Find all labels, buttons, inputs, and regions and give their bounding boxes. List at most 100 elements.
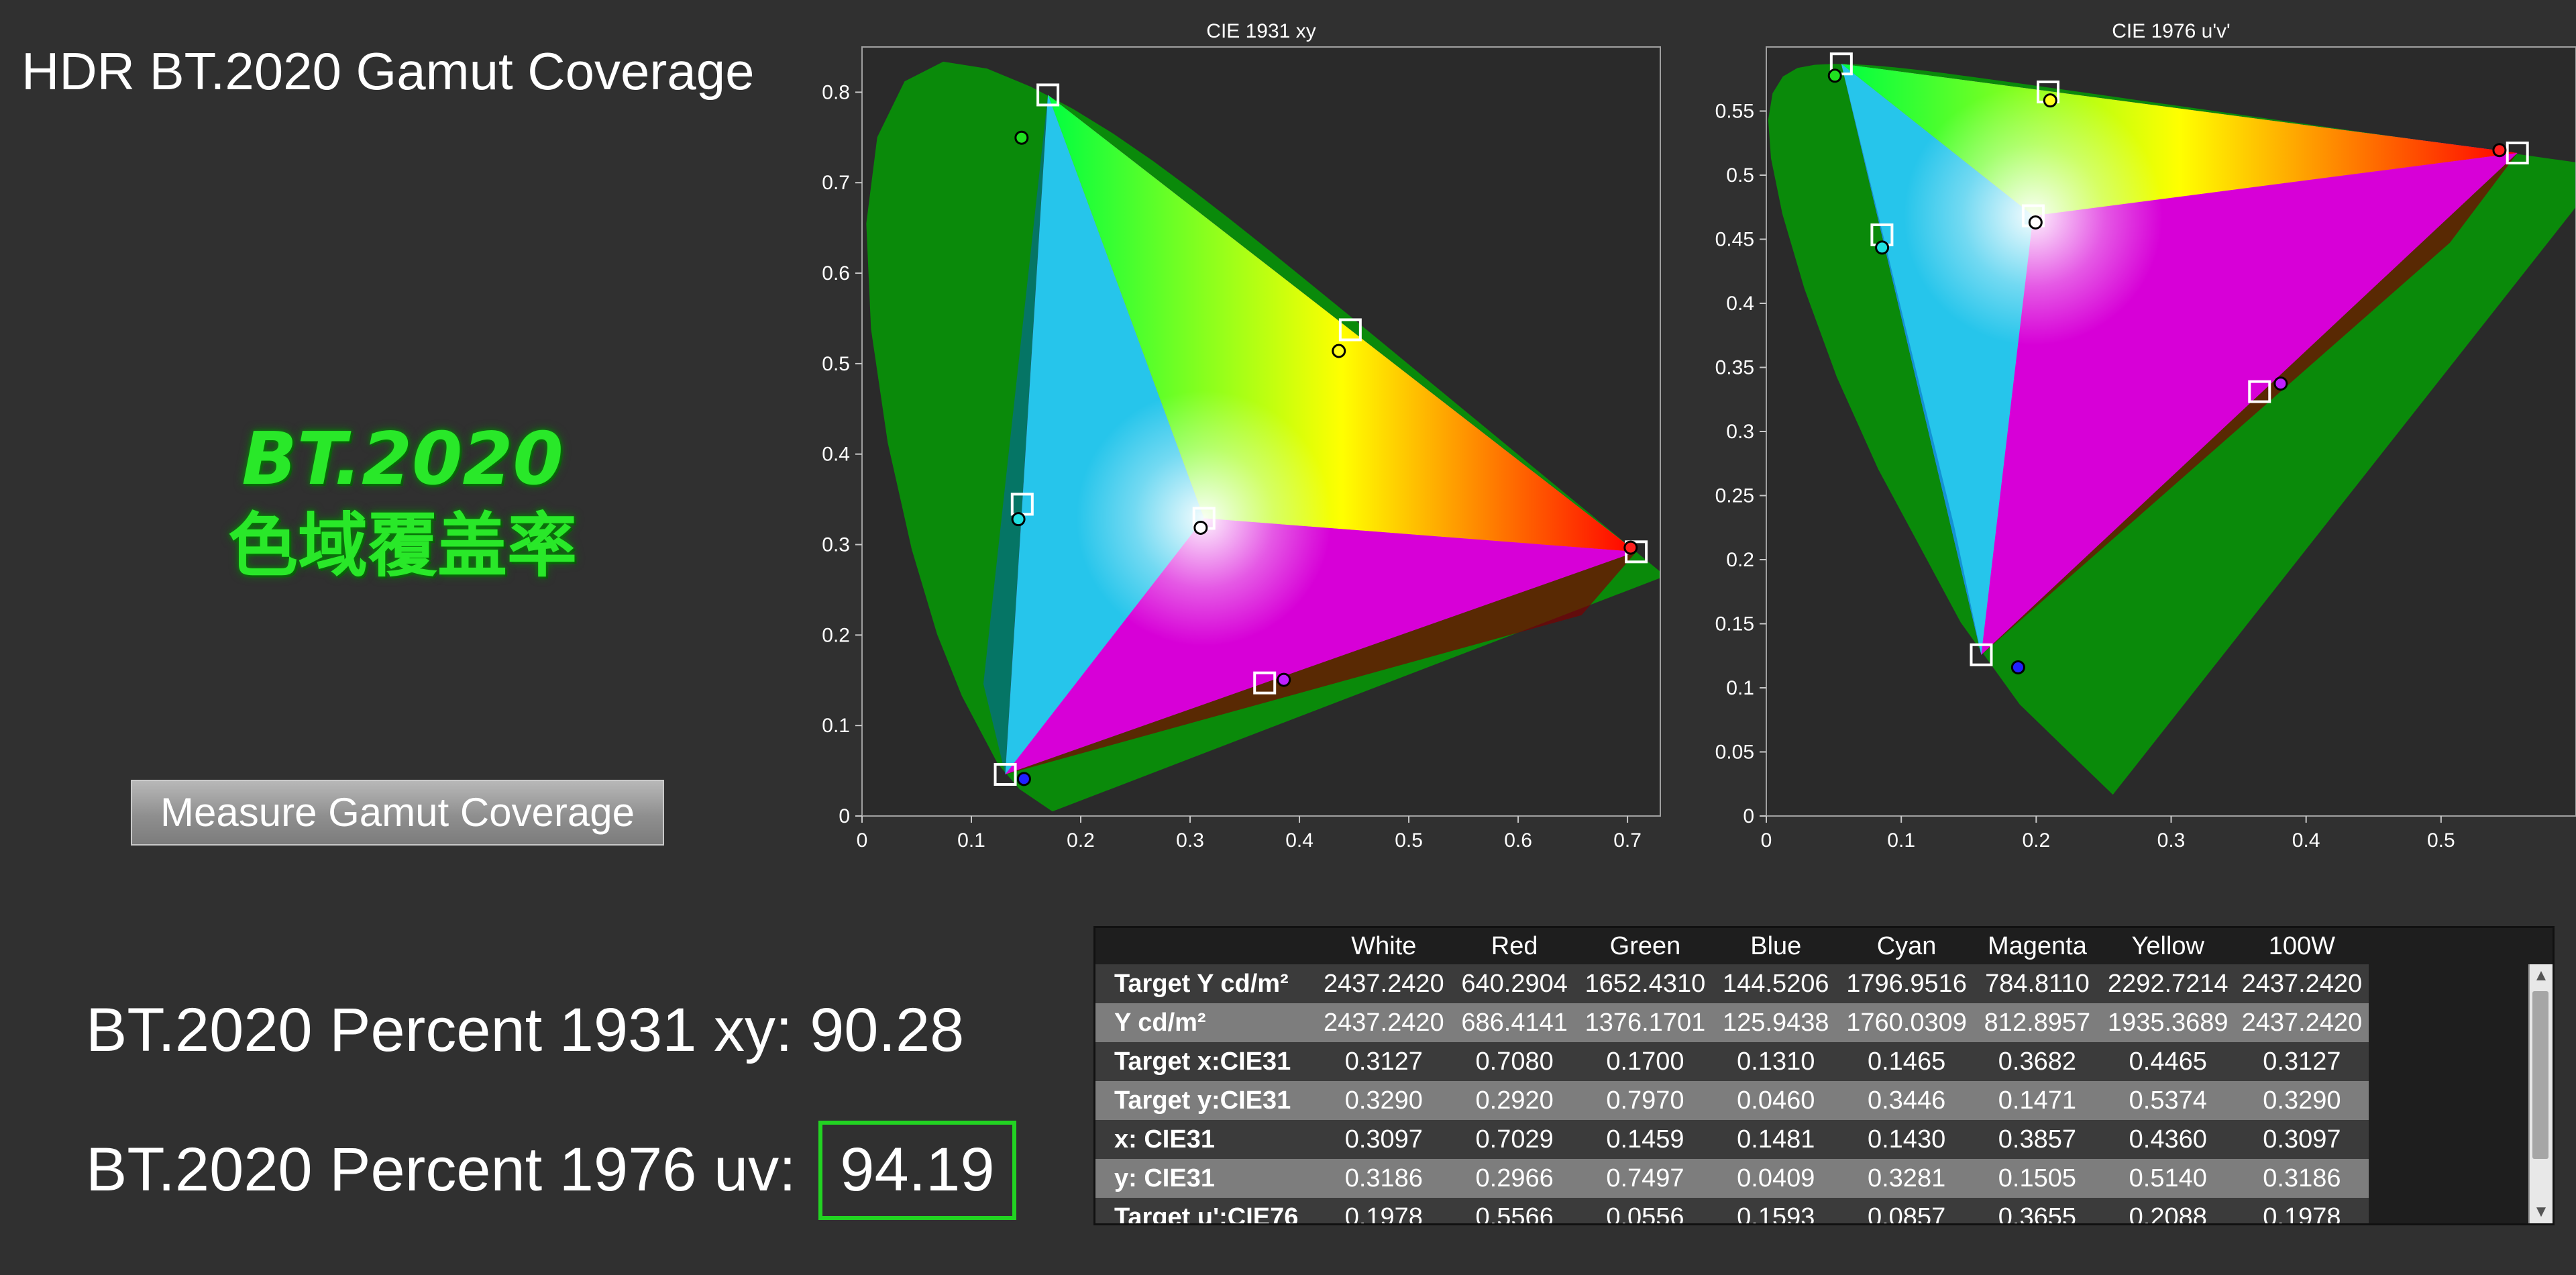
table-cell: 0.1978 — [2235, 1198, 2369, 1223]
column-header: Yellow — [2100, 928, 2235, 964]
x-tick-label: 0.2 — [2022, 829, 2050, 852]
column-header: White — [1317, 928, 1451, 964]
table-cell: 1935.3689 — [2100, 1003, 2235, 1042]
column-header — [1095, 928, 1317, 964]
table-cell: 0.3446 — [1839, 1081, 1974, 1120]
chart-title: CIE 1931 xy — [1206, 20, 1316, 42]
table-cell: 0.1481 — [1712, 1120, 1840, 1159]
table-cell: 0.1465 — [1839, 1042, 1974, 1081]
table-row: x: CIE31 0.3097 0.7029 0.1459 0.1481 0.1430 0.… — [1095, 1120, 2369, 1159]
row-header: Target Y cd/m² — [1095, 964, 1317, 1003]
table-cell: 0.1593 — [1712, 1198, 1840, 1223]
column-header: 100W — [2235, 928, 2369, 964]
chart-cie1976: CIE 1976 u'v' 0 0.1 0.2 0.3 0.4 0.5 0 0.05 0.1 0.1… — [1715, 20, 2576, 852]
table-cell: 1376.1701 — [1578, 1003, 1713, 1042]
column-header: Magenta — [1973, 928, 2101, 964]
table-cell: 0.1700 — [1578, 1042, 1713, 1081]
y-tick-label: 0.05 — [1715, 742, 1754, 764]
table-cell: 1760.0309 — [1839, 1003, 1974, 1042]
table-cell: 0.1310 — [1712, 1042, 1840, 1081]
table-row: Target x:CIE31 0.3127 0.7080 0.1700 0.1310 0.… — [1095, 1042, 2369, 1081]
row-header: x: CIE31 — [1095, 1120, 1317, 1159]
y-tick-label: 0.2 — [1726, 549, 1754, 571]
table-cell: 0.3655 — [1973, 1198, 2101, 1223]
y-tick-label: 0.5 — [822, 353, 850, 375]
table-cell: 0.7080 — [1450, 1042, 1578, 1081]
percent-1976-value: 94.19 — [818, 1121, 1016, 1220]
table-cell: 144.5206 — [1712, 964, 1840, 1003]
y-tick-label: 0 — [839, 805, 850, 827]
table-cell: 686.4141 — [1450, 1003, 1578, 1042]
measured-point-red — [1623, 540, 1638, 555]
x-tick-label: 0.4 — [2292, 829, 2320, 852]
y-tick-label: 0.3 — [1726, 421, 1754, 443]
table-header-row: White Red Green Blue Cyan Magenta Yellow 100W — [1095, 928, 2369, 964]
table-cell: 0.1430 — [1839, 1120, 1974, 1159]
table-cell: 2292.7214 — [2100, 964, 2235, 1003]
table-cell: 2437.2420 — [1317, 964, 1451, 1003]
measured-point-white — [2028, 215, 2043, 230]
measured-point-white — [1193, 520, 1208, 535]
table-cell: 2437.2420 — [1317, 1003, 1451, 1042]
table-row: Target u':CIE76 0.1978 0.5566 0.0556 0.1593 0… — [1095, 1198, 2369, 1223]
measured-point-blue — [1016, 772, 1031, 786]
table-cell: 0.5374 — [2100, 1081, 2235, 1120]
chart-cie1931: CIE 1931 xy 0 0.1 0.2 0.3 0.4 0.5 0.6 0.7 0 0.1 0.2… — [822, 20, 1661, 852]
table-cell: 0.4465 — [2100, 1042, 2235, 1081]
y-tick-label: 0.7 — [822, 172, 850, 194]
table-row: Y cd/m² 2437.2420 686.4141 1376.1701 125.943… — [1095, 1003, 2369, 1042]
measured-point-yellow — [2043, 93, 2057, 108]
row-header: Y cd/m² — [1095, 1003, 1317, 1042]
y-tick-label: 0.1 — [822, 715, 850, 737]
table-cell: 2437.2420 — [2235, 964, 2369, 1003]
table-cell: 1796.9516 — [1839, 964, 1974, 1003]
table-row: y: CIE31 0.3186 0.2966 0.7497 0.0409 0.3281 0.… — [1095, 1159, 2369, 1198]
y-tick-label: 0.6 — [822, 262, 850, 285]
scroll-down-icon[interactable]: ▼ — [2530, 1201, 2553, 1223]
x-tick-label: 0.1 — [957, 829, 985, 852]
table-cell: 0.5566 — [1450, 1198, 1578, 1223]
x-tick-label: 0.5 — [1395, 829, 1423, 852]
percent-1931-value: 90.28 — [810, 996, 965, 1064]
table-cell: 0.3857 — [1973, 1120, 2101, 1159]
measured-point-yellow — [1332, 344, 1346, 358]
table-cell: 2437.2420 — [2235, 1003, 2369, 1042]
table-cell: 0.7029 — [1450, 1120, 1578, 1159]
table-cell: 0.1505 — [1973, 1159, 2101, 1198]
x-tick-label: 0 — [857, 829, 868, 852]
table-cell: 0.0409 — [1712, 1159, 1840, 1198]
table-cell: 0.7970 — [1578, 1081, 1713, 1120]
column-header: Red — [1450, 928, 1578, 964]
table-cell: 0.1459 — [1578, 1120, 1713, 1159]
y-tick-label: 0.45 — [1715, 229, 1754, 251]
percent-1976-label: BT.2020 Percent 1976 uv: — [86, 1135, 814, 1204]
measured-point-green — [1827, 68, 1842, 83]
scroll-up-icon[interactable]: ▲ — [2530, 964, 2553, 987]
table-cell: 784.8110 — [1973, 964, 2101, 1003]
y-tick-label: 0.4 — [1726, 293, 1754, 315]
x-tick-label: 0.5 — [2427, 829, 2455, 852]
x-tick-label: 0 — [1761, 829, 1772, 852]
measurement-grid: White Red Green Blue Cyan Magenta Yellow 100W T… — [1095, 928, 2369, 1223]
y-tick-label: 0.2 — [822, 624, 850, 646]
row-header: Target y:CIE31 — [1095, 1081, 1317, 1120]
table-scrollbar[interactable]: ▲ ▼ — [2528, 964, 2553, 1223]
y-tick-label: 0.55 — [1715, 101, 1754, 123]
table-cell: 0.3186 — [1317, 1159, 1451, 1198]
table-cell: 0.2966 — [1450, 1159, 1578, 1198]
row-header: Target x:CIE31 — [1095, 1042, 1317, 1081]
scroll-thumb[interactable] — [2532, 991, 2548, 1159]
table-cell: 0.3097 — [2235, 1120, 2369, 1159]
measurement-table: White Red Green Blue Cyan Magenta Yellow 100W T… — [1093, 926, 2555, 1225]
table-cell: 0.4360 — [2100, 1120, 2235, 1159]
table-cell: 0.0460 — [1712, 1081, 1840, 1120]
y-tick-label: 0 — [1743, 805, 1754, 827]
measured-point-magenta — [1277, 672, 1291, 687]
gamut-coverage-window: HDR BT.2020 Gamut Coverage BT.2020 色域覆盖率… — [0, 0, 2576, 1275]
measured-point-green — [1014, 130, 1029, 145]
measured-point-blue — [2010, 660, 2025, 674]
chromaticity-charts: CIE 1931 xy 0 0.1 0.2 0.3 0.4 0.5 0.6 0.7 0 0.1 0.2… — [822, 20, 2576, 852]
table-cell: 0.3186 — [2235, 1159, 2369, 1198]
table-cell: 0.3290 — [1317, 1081, 1451, 1120]
table-cell: 0.0857 — [1839, 1198, 1974, 1223]
